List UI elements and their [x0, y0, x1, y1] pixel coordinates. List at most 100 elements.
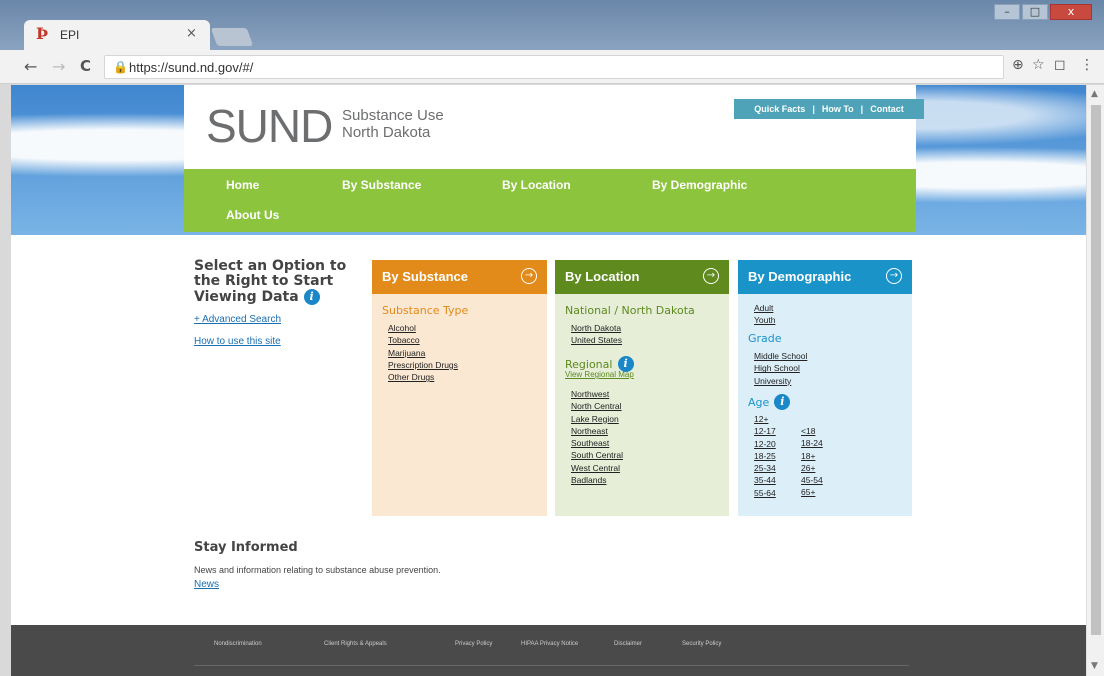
news-link[interactable]: News	[194, 579, 219, 590]
new-tab-button[interactable]	[210, 28, 254, 46]
intro-heading: Select an Option to the Right to Start V…	[194, 259, 374, 305]
location-link-north-dakota[interactable]: North Dakota	[571, 322, 622, 334]
intro-heading-text: Select an Option to the Right to Start V…	[194, 258, 347, 305]
browser-menu-icon[interactable]: ⋮	[1080, 57, 1094, 73]
stay-informed-description: News and information relating to substan…	[194, 565, 441, 575]
arrow-right-icon[interactable]: →	[521, 268, 537, 284]
scroll-up-arrow-icon[interactable]: ▲	[1091, 89, 1098, 99]
quick-links-separator: |	[812, 104, 815, 114]
age-link[interactable]: 12-17	[754, 425, 776, 437]
quick-facts-link[interactable]: Quick Facts	[754, 104, 805, 114]
how-to-link[interactable]: How To	[822, 104, 854, 114]
age-link[interactable]: 35-44	[754, 474, 776, 486]
address-bar[interactable]: 🔒 https://sund.nd.gov/#/	[104, 55, 1004, 79]
nav-about-us[interactable]: About Us	[226, 208, 279, 222]
age-link[interactable]: 12+	[754, 413, 776, 425]
bookmark-star-icon[interactable]: ☆	[1032, 57, 1045, 73]
page-scrollbar[interactable]: ▲ ▼	[1086, 85, 1104, 676]
age-link[interactable]: 45-54	[801, 474, 823, 486]
nav-by-substance[interactable]: By Substance	[342, 178, 421, 192]
footer-divider	[194, 665, 909, 666]
region-link[interactable]: Southeast	[571, 437, 623, 449]
lock-icon: 🔒	[113, 60, 128, 74]
forward-arrow-icon[interactable]: →	[52, 57, 65, 76]
footer-link-hipaa[interactable]: HIPAA Privacy Notice	[521, 641, 578, 647]
nav-home[interactable]: Home	[226, 178, 259, 192]
substance-panel-header[interactable]: By Substance →	[372, 260, 547, 294]
region-link[interactable]: Lake Region	[571, 413, 623, 425]
browser-tab[interactable]: Þ EPI ×	[24, 20, 210, 50]
age-link[interactable]: 18+	[801, 450, 823, 462]
nav-by-demographic[interactable]: By Demographic	[652, 178, 747, 192]
region-link[interactable]: West Central	[571, 462, 623, 474]
age-link[interactable]: 18-24	[801, 437, 823, 449]
substance-link-other[interactable]: Other Drugs	[388, 371, 458, 383]
age-link[interactable]: 65+	[801, 486, 823, 498]
age-link[interactable]: 25-34	[754, 462, 776, 474]
maximize-button[interactable]: □	[1022, 4, 1048, 20]
substance-panel: By Substance → Substance Type Alcohol To…	[372, 260, 547, 516]
footer-link-nondiscrimination[interactable]: Nondiscrimination	[214, 641, 262, 647]
extension-icon[interactable]: ◻	[1054, 57, 1066, 73]
demographic-panel-header[interactable]: By Demographic →	[738, 260, 912, 294]
url-text[interactable]: https://sund.nd.gov/#/	[129, 60, 253, 75]
how-to-use-link[interactable]: How to use this site	[194, 336, 281, 347]
age-link[interactable]: 26+	[801, 462, 823, 474]
substance-link-prescription[interactable]: Prescription Drugs	[388, 359, 458, 371]
national-heading: National / North Dakota	[565, 304, 695, 317]
age-link[interactable]: <18	[801, 425, 823, 437]
region-link[interactable]: Northwest	[571, 388, 623, 400]
age-link[interactable]: 12-20	[754, 438, 776, 450]
footer-link-client-rights[interactable]: Client Rights & Appeals	[324, 641, 387, 647]
zoom-icon[interactable]: ⊕	[1012, 57, 1024, 73]
age-list-right: <18 18-24 18+ 26+ 45-54 65+	[801, 425, 823, 499]
tab-title: EPI	[60, 28, 80, 42]
contact-link[interactable]: Contact	[870, 104, 904, 114]
region-link[interactable]: North Central	[571, 400, 623, 412]
close-window-button[interactable]: x	[1050, 4, 1092, 20]
info-icon[interactable]: i	[303, 289, 320, 305]
window-controls: – □ x	[994, 4, 1092, 22]
age-link[interactable]: 18-25	[754, 450, 776, 462]
minimize-button[interactable]: –	[994, 4, 1020, 20]
demographic-link-adult[interactable]: Adult	[754, 302, 775, 314]
substance-panel-title: By Substance	[382, 269, 468, 284]
page-viewport: SUND Substance Use North Dakota Quick Fa…	[11, 85, 1086, 676]
site-favicon-icon: Þ	[36, 24, 49, 43]
demographic-link-youth[interactable]: Youth	[754, 314, 775, 326]
age-link[interactable]: 55-64	[754, 487, 776, 499]
arrow-right-icon[interactable]: →	[703, 268, 719, 284]
age-list-left: 12+ 12-17 12-20 18-25 25-34 35-44 55-64	[754, 413, 776, 499]
footer-link-disclaimer[interactable]: Disclaimer	[614, 641, 642, 647]
back-arrow-icon[interactable]: ←	[24, 57, 37, 76]
grade-link[interactable]: University	[754, 375, 807, 387]
substance-link-tobacco[interactable]: Tobacco	[388, 334, 458, 346]
grade-heading: Grade	[748, 332, 782, 345]
grade-link[interactable]: Middle School	[754, 350, 807, 362]
reload-icon[interactable]: C	[80, 57, 91, 75]
scrollbar-thumb[interactable]	[1091, 105, 1101, 635]
region-link[interactable]: Northeast	[571, 425, 623, 437]
site-logo[interactable]: SUND	[206, 99, 333, 153]
location-link-united-states[interactable]: United States	[571, 334, 622, 346]
quick-links-bar: Quick Facts | How To | Contact	[734, 99, 924, 119]
footer-link-security[interactable]: Security Policy	[682, 641, 721, 647]
info-icon[interactable]: i	[774, 393, 791, 410]
nav-by-location[interactable]: By Location	[502, 178, 571, 192]
grade-link[interactable]: High School	[754, 362, 807, 374]
region-link[interactable]: Badlands	[571, 474, 623, 486]
age-group-list: Adult Youth	[754, 302, 775, 327]
demographic-panel-title: By Demographic	[748, 269, 852, 284]
footer-link-privacy-policy[interactable]: Privacy Policy	[455, 641, 492, 647]
location-panel-header[interactable]: By Location →	[555, 260, 729, 294]
region-link[interactable]: South Central	[571, 449, 623, 461]
substance-link-marijuana[interactable]: Marijuana	[388, 347, 458, 359]
tab-close-icon[interactable]: ×	[186, 26, 197, 41]
substance-type-heading: Substance Type	[382, 304, 469, 317]
arrow-right-icon[interactable]: →	[886, 268, 902, 284]
scroll-down-arrow-icon[interactable]: ▼	[1091, 661, 1098, 671]
view-regional-map-link[interactable]: View Regional Map	[565, 370, 634, 379]
substance-link-alcohol[interactable]: Alcohol	[388, 322, 458, 334]
advanced-search-link[interactable]: + Advanced Search	[194, 314, 281, 325]
age-heading: Age	[748, 396, 770, 409]
